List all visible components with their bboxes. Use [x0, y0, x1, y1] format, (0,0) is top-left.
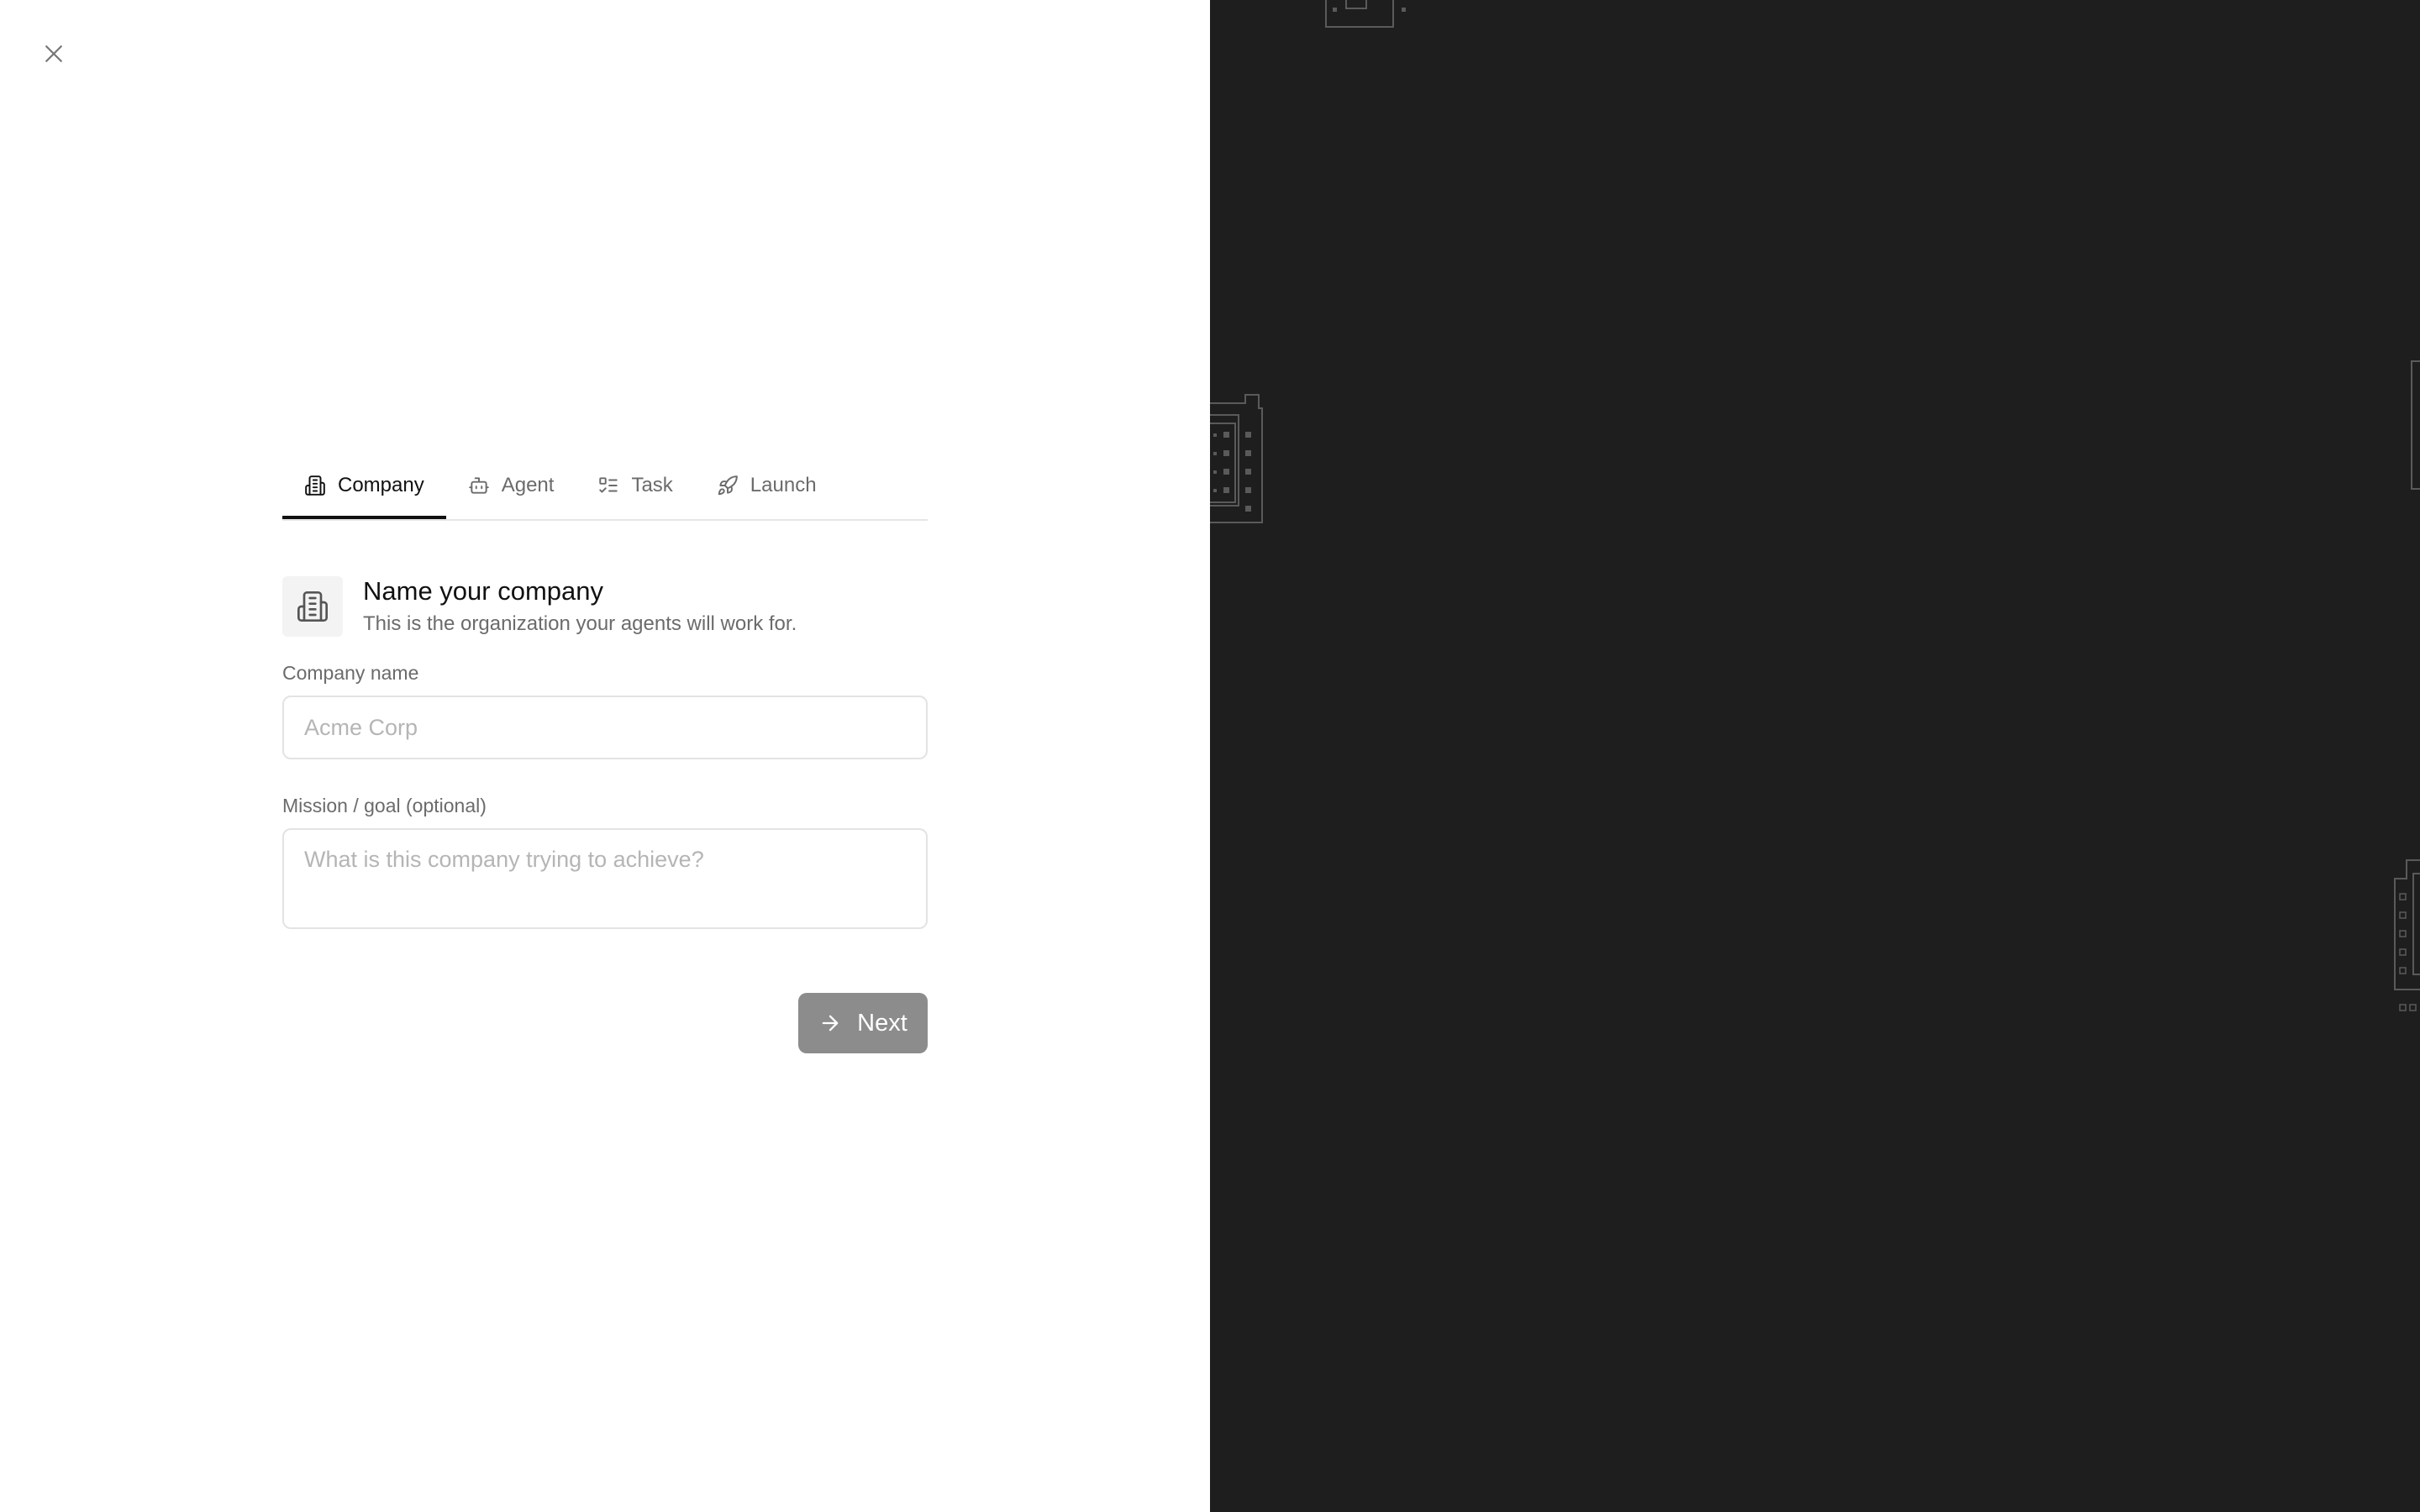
- next-button[interactable]: Next: [798, 993, 928, 1053]
- step-header: Name your company This is the organizati…: [282, 576, 928, 637]
- company-name-input[interactable]: [282, 696, 928, 759]
- rocket-icon: [717, 475, 739, 496]
- tab-label: Agent: [501, 474, 555, 496]
- next-button-label: Next: [857, 1009, 908, 1037]
- building-outline-illustration: [1210, 0, 2420, 1011]
- decorative-illustration-pane: [1210, 0, 2420, 1512]
- tab-task[interactable]: Task: [576, 454, 694, 517]
- tab-label: Launch: [750, 474, 817, 496]
- list-checks-icon: [597, 475, 619, 496]
- mission-textarea[interactable]: [282, 828, 928, 929]
- close-icon: [45, 45, 62, 62]
- mission-label: Mission / goal (optional): [282, 795, 487, 816]
- tab-label: Task: [631, 474, 673, 496]
- step-title: Name your company: [363, 576, 604, 606]
- step-tabs: Company Agent Task Launch: [282, 454, 928, 521]
- building-icon: [282, 576, 343, 637]
- tab-launch[interactable]: Launch: [695, 454, 839, 517]
- wizard-pane: Company Agent Task Launch Name your comp…: [0, 0, 1210, 1512]
- close-button[interactable]: [37, 37, 71, 71]
- company-name-label: Company name: [282, 662, 419, 684]
- tab-agent[interactable]: Agent: [446, 454, 576, 517]
- wizard-actions: Next: [282, 993, 928, 1053]
- tab-label: Company: [338, 474, 424, 496]
- step-subtitle: This is the organization your agents wil…: [363, 612, 797, 635]
- bot-icon: [468, 475, 490, 496]
- building-icon: [304, 475, 326, 496]
- onboarding-wizard: Company Agent Task Launch Name your comp…: [282, 454, 928, 1053]
- arrow-right-icon: [818, 1011, 842, 1035]
- tab-company[interactable]: Company: [282, 454, 446, 519]
